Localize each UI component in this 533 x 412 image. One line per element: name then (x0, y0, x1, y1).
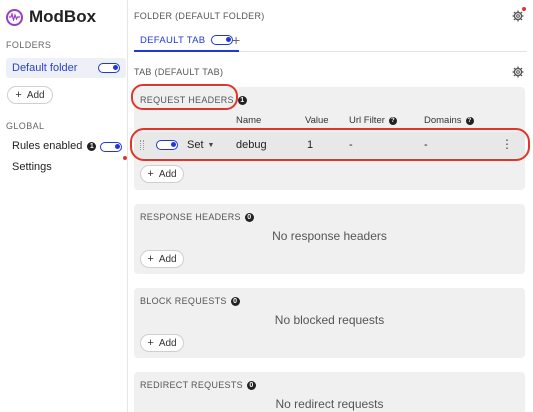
folder-title: FOLDER (DEFAULT FOLDER) (134, 11, 265, 21)
rules-count-badge: 1 (87, 141, 97, 151)
add-folder-button[interactable]: + Add (7, 86, 53, 104)
rules-enabled-toggle[interactable] (100, 142, 122, 152)
add-label: Add (158, 337, 177, 349)
response-headers-count: 0 (244, 212, 254, 222)
main-content: FOLDER (DEFAULT FOLDER) DEFAULT TAB + TA… (128, 0, 533, 412)
gear-icon[interactable] (512, 10, 524, 22)
sidebar-item-default-folder[interactable]: Default folder (6, 58, 126, 78)
notification-dot (522, 7, 526, 11)
row-enabled-toggle[interactable] (156, 140, 178, 150)
add-label: Add (158, 253, 177, 265)
tabs-bar: DEFAULT TAB + (134, 30, 527, 52)
folders-heading: FOLDERS (6, 40, 52, 50)
block-requests-label: BLOCK REQUESTS (140, 296, 227, 306)
add-request-header-button[interactable]: + Add (140, 165, 184, 183)
request-headers-count: 1 (237, 95, 247, 105)
header-name-value[interactable]: debug (236, 139, 267, 151)
redirect-requests-empty: No redirect requests (275, 397, 384, 411)
add-block-request-button[interactable]: + Add (140, 334, 184, 352)
plus-icon: + (147, 337, 154, 349)
redirect-requests-count: 0 (246, 380, 256, 390)
request-header-row: Set ▼ debug 1 - - ⋮ (134, 132, 525, 158)
sidebar-item-settings[interactable]: Settings (12, 161, 52, 173)
block-requests-panel: BLOCK REQUESTS 0 No blocked requests + A… (134, 288, 525, 358)
gear-icon[interactable] (512, 66, 524, 78)
operation-value: Set (187, 139, 204, 151)
header-value-value[interactable]: 1 (307, 139, 313, 151)
request-headers-label: REQUEST HEADERS (140, 95, 234, 105)
operation-select[interactable]: Set ▼ (187, 139, 214, 151)
caret-down-icon: ▼ (207, 141, 215, 149)
kebab-menu-icon[interactable]: ⋮ (501, 138, 513, 150)
folder-label: Default folder (12, 62, 78, 74)
help-icon[interactable]: ? (465, 116, 474, 125)
plus-icon: + (147, 168, 154, 180)
global-heading: GLOBAL (6, 121, 45, 131)
add-folder-label: Add (26, 89, 45, 101)
add-label: Add (158, 168, 177, 180)
sidebar: ModBox FOLDERS Default folder + Add GLOB… (0, 0, 128, 412)
drag-handle-icon[interactable] (140, 140, 144, 150)
rules-enabled-label: Rules enabled (12, 140, 83, 152)
column-url-filter: Url Filter? (349, 115, 397, 126)
block-requests-count: 0 (230, 296, 240, 306)
notification-dot (123, 156, 127, 160)
request-headers-title: REQUEST HEADERS 1 (140, 95, 247, 105)
url-filter-value[interactable]: - (349, 139, 353, 151)
tab-enabled-toggle[interactable] (211, 35, 234, 45)
domains-value[interactable]: - (424, 139, 428, 151)
response-headers-panel: RESPONSE HEADERS 0 No response headers +… (134, 204, 525, 274)
folder-enabled-toggle[interactable] (98, 63, 120, 73)
block-requests-empty: No blocked requests (274, 313, 385, 327)
column-domains: Domains? (424, 115, 474, 126)
tab-label: DEFAULT TAB (140, 34, 206, 46)
tab-title: TAB (DEFAULT TAB) (134, 67, 224, 77)
redirect-requests-panel: REDIRECT REQUESTS 0 No redirect requests (134, 372, 525, 412)
plus-icon: + (15, 89, 22, 101)
column-value: Value (305, 115, 329, 126)
redirect-requests-title: REDIRECT REQUESTS 0 (140, 380, 256, 390)
app-name: ModBox (29, 7, 97, 26)
column-name: Name (236, 115, 262, 126)
add-tab-button[interactable]: + (232, 32, 240, 48)
brand: ModBox (6, 7, 96, 27)
rules-enabled-row: Rules enabled 1 (12, 140, 97, 152)
tab-default[interactable]: DEFAULT TAB (134, 30, 240, 52)
add-response-header-button[interactable]: + Add (140, 250, 184, 268)
plus-icon: + (147, 253, 154, 265)
redirect-requests-label: REDIRECT REQUESTS (140, 380, 243, 390)
waveform-logo-icon (6, 8, 23, 26)
help-icon[interactable]: ? (388, 116, 397, 125)
response-headers-empty: No response headers (272, 229, 387, 243)
response-headers-title: RESPONSE HEADERS 0 (140, 212, 254, 222)
block-requests-title: BLOCK REQUESTS 0 (140, 296, 240, 306)
response-headers-label: RESPONSE HEADERS (140, 212, 241, 222)
